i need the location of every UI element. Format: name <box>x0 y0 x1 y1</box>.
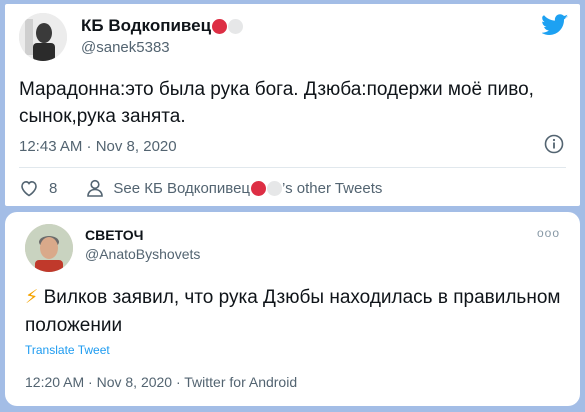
display-name[interactable]: КБ Водкопивец <box>81 16 244 36</box>
lightning-icon: ⚡ <box>25 287 39 308</box>
info-icon[interactable] <box>544 134 564 154</box>
display-name[interactable]: СВЕТОЧ <box>85 227 144 243</box>
heart-icon[interactable] <box>19 178 39 198</box>
avatar[interactable] <box>25 224 73 272</box>
display-name-text: КБ Водкопивец <box>81 16 212 35</box>
like-count: 8 <box>49 179 58 197</box>
tweet-actions: 8 See КБ Водкопивец ’s other Tweets <box>19 178 382 198</box>
user-handle[interactable]: @AnatoByshovets <box>85 246 200 262</box>
more-options-icon[interactable]: ooo <box>537 226 560 240</box>
red-circle-icon <box>212 18 228 34</box>
tweet-text-body: Вилков заявил, что рука Дзюбы находилась… <box>25 287 561 336</box>
see-other-tweets-link[interactable]: See КБ Водкопивец ’s other Tweets <box>113 180 382 197</box>
translate-tweet-link[interactable]: Translate Tweet <box>25 343 110 357</box>
person-icon <box>87 179 104 197</box>
see-suffix: ’s other Tweets <box>282 179 383 197</box>
see-prefix: See КБ Водкопивец <box>113 179 251 197</box>
tweet-timestamp[interactable]: 12:43 AM · Nov 8, 2020 <box>19 138 177 155</box>
tweet-card-1: КБ Водкопивец @sanek5383 Марадонна:это б… <box>5 4 580 206</box>
white-circle-icon <box>267 180 283 196</box>
white-circle-icon <box>228 18 244 34</box>
tweet-text: ⚡ Вилков заявил, что рука Дзюбы находила… <box>25 284 570 340</box>
red-circle-icon <box>251 180 267 196</box>
user-handle[interactable]: @sanek5383 <box>81 39 170 56</box>
tweet-card-2: СВЕТОЧ @AnatoByshovets ooo ⚡ Вилков заяв… <box>5 212 580 406</box>
avatar[interactable] <box>19 13 67 61</box>
tweet-text: Марадонна:это была рука бога. Дзюба:поде… <box>19 79 534 127</box>
divider <box>19 167 566 168</box>
tweet-timestamp[interactable]: 12:20 AM · Nov 8, 2020 · Twitter for And… <box>25 374 297 390</box>
twitter-bird-icon[interactable] <box>542 14 568 36</box>
